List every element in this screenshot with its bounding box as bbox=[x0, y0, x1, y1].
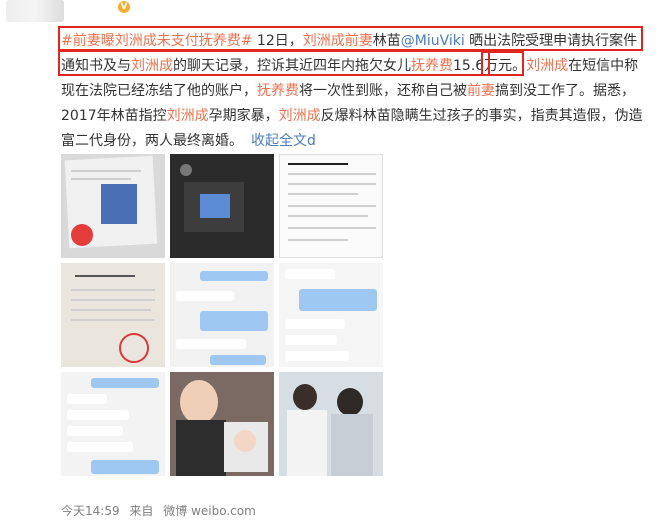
keyword-highlight: 抚养费 bbox=[411, 58, 453, 74]
avatar[interactable] bbox=[6, 0, 64, 22]
image-notice-photo[interactable] bbox=[61, 154, 165, 258]
image-chat-2[interactable] bbox=[279, 263, 383, 367]
keyword-highlight: 刘洲成 bbox=[166, 108, 209, 124]
verified-icon: V bbox=[118, 1, 130, 13]
source-label: 来自 bbox=[129, 504, 154, 518]
source-name[interactable]: 微博 weibo.com bbox=[163, 504, 256, 518]
post-time[interactable]: 今天14:59 bbox=[61, 504, 120, 518]
image-chat-3[interactable] bbox=[61, 372, 165, 476]
keyword-highlight: 刘洲成 bbox=[131, 58, 173, 74]
keyword-highlight: 前妻 bbox=[344, 33, 373, 49]
post-header: V bbox=[0, 0, 658, 24]
keyword-highlight: 前妻 bbox=[467, 83, 495, 99]
keyword-highlight: 抚养费 bbox=[257, 83, 299, 99]
image-court-document[interactable] bbox=[279, 154, 383, 258]
post-text-segment: 15.6万元。 bbox=[453, 58, 527, 74]
image-couple-photo[interactable] bbox=[279, 372, 383, 476]
post-text-segment: 林苗 bbox=[372, 33, 401, 49]
post-text-segment: 将一次性到账，还称自己被 bbox=[299, 83, 467, 99]
collapse-arrow-icon[interactable]: d bbox=[307, 133, 316, 149]
post-text-segment: 12日， bbox=[252, 33, 303, 49]
image-grid bbox=[61, 154, 383, 504]
keyword-highlight: 刘洲成 bbox=[526, 58, 569, 74]
hashtag-link[interactable]: #前妻曝刘洲成未支付抚养费# bbox=[61, 33, 252, 49]
collapse-text-link[interactable]: 收起全文 bbox=[251, 133, 307, 149]
post-paragraph: #前妻曝刘洲成未支付抚养费# 12日，刘洲成前妻林苗@MiuViki 晒出法院受… bbox=[61, 29, 646, 154]
keyword-highlight: 刘洲成 bbox=[302, 33, 345, 49]
image-phone-screenshot[interactable] bbox=[170, 154, 274, 258]
image-father-baby-photo[interactable] bbox=[170, 372, 274, 476]
image-court-letter[interactable] bbox=[61, 263, 165, 367]
mention-link[interactable]: @MiuViki bbox=[401, 33, 465, 49]
post-text-segment: 孕期家暴， bbox=[208, 108, 279, 124]
image-chat-1[interactable] bbox=[170, 263, 274, 367]
post-text: #前妻曝刘洲成未支付抚养费# 12日，刘洲成前妻林苗@MiuViki 晒出法院受… bbox=[61, 29, 646, 154]
post-footer: 今天14:59 来自 微博 weibo.com bbox=[61, 502, 262, 519]
post-text-segment: 的聊天记录，控诉其近四年内拖欠女儿 bbox=[173, 58, 411, 74]
keyword-highlight: 刘洲成 bbox=[278, 108, 321, 124]
